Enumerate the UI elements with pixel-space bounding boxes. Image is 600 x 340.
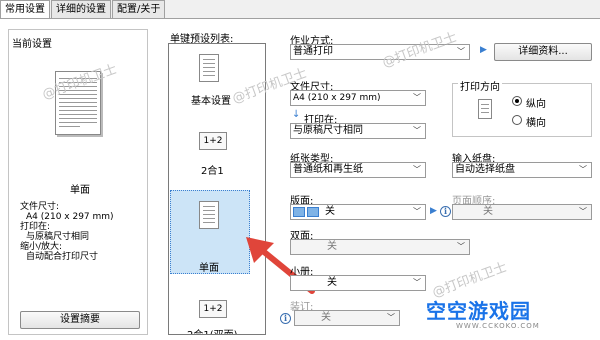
duplex-dropdown[interactable]: 关 ﹀ bbox=[290, 239, 470, 255]
binding-dropdown[interactable]: 关 ﹀ bbox=[294, 310, 400, 326]
info-paper-size-value: A4 (210 x 297 mm) bbox=[26, 212, 114, 222]
chevron-down-icon: ﹀ bbox=[413, 165, 421, 174]
print-on-value: 与原稿尺寸相同 bbox=[293, 125, 363, 136]
info-zoom-value: 自动配合打印尺寸 bbox=[26, 252, 99, 262]
oneclick-item-label: 2合1 bbox=[201, 166, 224, 177]
2in1-icon: 1+2 bbox=[199, 132, 227, 150]
info-zoom-label: 缩小/放大: bbox=[20, 242, 63, 252]
site-logo-text: 空空游戏园 bbox=[426, 299, 531, 323]
job-method-value: 普通打印 bbox=[293, 46, 333, 57]
oneclick-item-label: 基本设置 bbox=[191, 96, 231, 107]
simplex-icon bbox=[199, 201, 219, 229]
chevron-down-icon: ﹀ bbox=[457, 242, 465, 251]
layout-icon bbox=[293, 207, 305, 217]
input-tray-value: 自动选择纸盘 bbox=[455, 164, 515, 175]
info-icon[interactable]: i bbox=[280, 313, 291, 324]
input-tray-dropdown[interactable]: 自动选择纸盘 ﹀ bbox=[452, 162, 592, 178]
booklet-value: 关 bbox=[327, 277, 337, 288]
oneclick-item-basic[interactable]: 基本设置 bbox=[169, 44, 265, 120]
info-icon[interactable]: i bbox=[440, 206, 451, 217]
booklet-dropdown[interactable]: 关 ﹀ bbox=[290, 275, 426, 291]
layout-icon bbox=[307, 207, 319, 217]
print-on-dropdown[interactable]: 与原稿尺寸相同 ﹀ bbox=[290, 123, 426, 139]
oneclick-item-2in1[interactable]: 1+2 2合1 bbox=[169, 124, 265, 188]
current-preview-label: 单面 bbox=[70, 185, 90, 196]
paper-size-value: A4 (210 x 297 mm) bbox=[293, 93, 381, 103]
layout-dropdown[interactable]: 关 ﹀ bbox=[290, 204, 426, 220]
tab-config-about[interactable]: 配置/关于 bbox=[112, 0, 166, 18]
oneclick-item-simplex-selected[interactable]: 单面 bbox=[170, 190, 250, 274]
site-logo: 空空游戏园 WWW.CCKOKO.COM bbox=[426, 295, 594, 337]
orientation-landscape-label: 横向 bbox=[526, 118, 546, 129]
page-order-value: 关 bbox=[483, 206, 493, 217]
current-preview-page bbox=[55, 71, 101, 135]
tab-detailed-settings[interactable]: 详细的设置 bbox=[51, 0, 111, 18]
portrait-page-icon bbox=[478, 99, 492, 119]
info-print-on-value: 与原稿尺寸相同 bbox=[26, 232, 90, 242]
oneclick-item-label: 2合1(双面) bbox=[187, 326, 238, 334]
oneclick-item-label: 单面 bbox=[199, 263, 219, 274]
chevron-down-icon: ﹀ bbox=[413, 126, 421, 135]
chevron-down-icon: ﹀ bbox=[579, 207, 587, 216]
binding-value: 关 bbox=[321, 312, 331, 323]
radio-portrait[interactable] bbox=[512, 96, 522, 106]
page-order-dropdown[interactable]: 关 ﹀ bbox=[452, 204, 592, 220]
basic-settings-icon bbox=[199, 54, 219, 82]
chevron-down-icon: ﹀ bbox=[413, 278, 421, 287]
tab-common-settings[interactable]: 常用设置 bbox=[0, 0, 50, 19]
settings-page: 当前设置 单面 文件尺寸: A4 (210 x 297 mm) 打印在: 与原稿… bbox=[0, 18, 600, 340]
paper-type-value: 普通纸和再生纸 bbox=[293, 164, 363, 175]
radio-landscape[interactable] bbox=[512, 115, 522, 125]
orientation-portrait-label: 纵向 bbox=[526, 99, 546, 110]
tab-bar: 常用设置 详细的设置 配置/关于 bbox=[0, 0, 166, 19]
info-paper-size-label: 文件尺寸: bbox=[20, 202, 60, 212]
site-logo-url: WWW.CCKOKO.COM bbox=[456, 322, 540, 330]
2in1-duplex-icon: 1+2 bbox=[199, 300, 227, 318]
paper-size-dropdown[interactable]: A4 (210 x 297 mm) ﹀ bbox=[290, 90, 426, 106]
details-button[interactable]: 详细资料... bbox=[494, 43, 592, 61]
duplex-value: 关 bbox=[327, 241, 337, 252]
play-icon: ▶ bbox=[430, 206, 437, 216]
play-icon: ▶ bbox=[480, 45, 487, 55]
orientation-title: 打印方向 bbox=[458, 78, 502, 93]
chevron-down-icon: ﹀ bbox=[413, 207, 421, 216]
layout-value: 关 bbox=[325, 206, 335, 217]
current-info: 文件尺寸: A4 (210 x 297 mm) 打印在: 与原稿尺寸相同 缩小/… bbox=[20, 202, 114, 262]
chevron-down-icon: ﹀ bbox=[457, 47, 465, 56]
info-print-on-label: 打印在: bbox=[20, 222, 51, 232]
job-method-dropdown[interactable]: 普通打印 ﹀ bbox=[290, 44, 470, 60]
radio-dot bbox=[515, 99, 519, 103]
down-arrow-icon: ↓ bbox=[292, 109, 301, 120]
current-settings-title: 当前设置 bbox=[12, 39, 52, 50]
chevron-down-icon: ﹀ bbox=[413, 93, 421, 102]
chevron-down-icon: ﹀ bbox=[579, 165, 587, 174]
paper-type-dropdown[interactable]: 普通纸和再生纸 ﹀ bbox=[290, 162, 426, 178]
chevron-down-icon: ﹀ bbox=[387, 313, 395, 322]
settings-summary-button[interactable]: 设置摘要 bbox=[20, 311, 140, 329]
